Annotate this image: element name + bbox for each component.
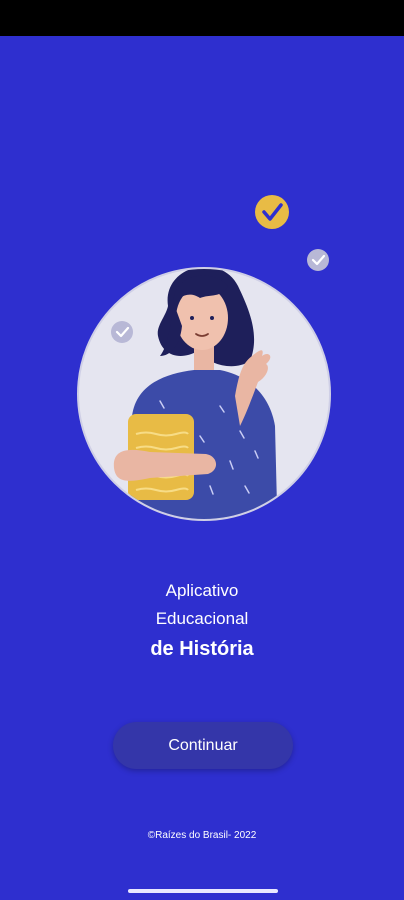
check-badge-icon <box>255 195 289 229</box>
title-line-3: de História <box>150 638 254 660</box>
welcome-screen: Aplicativo Educacional de História Conti… <box>0 36 404 900</box>
title-line-2: Educacional <box>155 609 249 628</box>
check-small-icon <box>111 321 133 343</box>
app-title: Aplicativo Educacional de História <box>0 577 404 665</box>
continue-button[interactable]: Continuar <box>113 722 293 769</box>
copyright-footer: ©Raízes do Brasil- 2022 <box>147 830 257 841</box>
check-small-icon <box>307 249 329 271</box>
home-indicator[interactable] <box>128 889 278 893</box>
title-line-1: Aplicativo <box>165 581 239 600</box>
student-illustration <box>77 195 331 521</box>
status-bar <box>0 0 404 36</box>
